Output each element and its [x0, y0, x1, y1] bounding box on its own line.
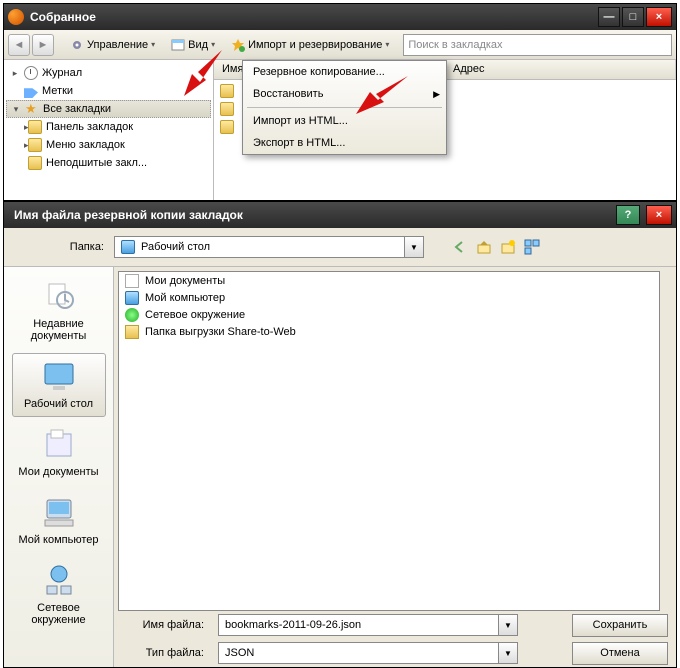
- library-title: Собранное: [30, 10, 596, 24]
- folder-icon: [125, 325, 139, 339]
- back-button[interactable]: ◄: [8, 34, 30, 56]
- filetype-dropdown-button[interactable]: ▼: [498, 642, 518, 664]
- filename-dropdown-button[interactable]: ▼: [498, 614, 518, 636]
- list-item[interactable]: Папка выгрузки Share-to-Web: [119, 323, 659, 340]
- folder-icon: [220, 102, 234, 116]
- import-backup-menu: Резервное копирование... Восстановить▶ И…: [242, 60, 447, 155]
- search-placeholder: Поиск в закладках: [408, 39, 502, 51]
- tag-icon: [24, 84, 38, 98]
- minimize-button[interactable]: —: [598, 7, 620, 27]
- folder-row: Папка: Рабочий стол ▼: [4, 228, 676, 266]
- import-label: Импорт и резервирование: [248, 39, 382, 51]
- tree-toolbar-folder[interactable]: ▸ Панель закладок: [6, 118, 211, 136]
- library-titlebar[interactable]: Собранное — □ ×: [4, 4, 676, 30]
- folder-docs-icon: [125, 274, 139, 288]
- view-menu-icon[interactable]: [524, 239, 540, 255]
- close-button[interactable]: ×: [646, 7, 672, 27]
- menu-export-html[interactable]: Экспорт в HTML...: [243, 132, 446, 154]
- forward-button[interactable]: ►: [32, 34, 54, 56]
- filetype-select[interactable]: JSON ▼: [218, 642, 518, 664]
- list-item[interactable]: Мой компьютер: [119, 289, 659, 306]
- folder-icon: [28, 120, 42, 134]
- tree-unsorted[interactable]: Неподшитые закл...: [6, 154, 211, 172]
- place-recent[interactable]: Недавние документы: [12, 273, 106, 349]
- import-backup-menu-button[interactable]: Импорт и резервирование ▾: [223, 33, 397, 57]
- toolbar-mini-icons: [452, 239, 540, 255]
- place-desktop[interactable]: Рабочий стол: [12, 353, 106, 417]
- computer-large-icon: [39, 496, 79, 530]
- folder-value: Рабочий стол: [141, 241, 210, 253]
- annotation-arrow-2: [346, 70, 416, 126]
- filename-label: Имя файла:: [118, 619, 208, 631]
- tree-menu-folder[interactable]: ▸ Меню закладок: [6, 136, 211, 154]
- save-button[interactable]: Сохранить: [572, 614, 668, 637]
- desktop-large-icon: [39, 360, 79, 394]
- library-toolbar: ◄ ► Управление ▾ Вид ▾ Импорт и резервир…: [4, 30, 676, 60]
- file-list[interactable]: Мои документы Мой компьютер Сетевое окру…: [118, 271, 660, 611]
- list-item[interactable]: Сетевое окружение: [119, 306, 659, 323]
- network-icon: [125, 308, 139, 322]
- filename-row: Имя файла: bookmarks-2011-09-26.json ▼ С…: [118, 611, 668, 639]
- up-icon[interactable]: [476, 239, 492, 255]
- close-button[interactable]: ×: [646, 205, 672, 225]
- folder-icon: [28, 156, 42, 170]
- filename-input[interactable]: bookmarks-2011-09-26.json ▼: [218, 614, 518, 636]
- folder-dropdown-button[interactable]: ▼: [404, 236, 424, 258]
- save-dialog-titlebar[interactable]: Имя файла резервной копии закладок ? ×: [4, 202, 676, 228]
- search-input[interactable]: Поиск в закладках: [403, 34, 672, 56]
- gear-icon: [70, 38, 84, 52]
- places-bar: Недавние документы Рабочий стол Мои доку…: [4, 267, 114, 667]
- col-address[interactable]: Адрес: [445, 60, 676, 79]
- save-dialog-title: Имя файла резервной копии закладок: [8, 208, 616, 222]
- network-large-icon: [39, 564, 79, 598]
- star-import-icon: [231, 38, 245, 52]
- folder-icon: [28, 138, 42, 152]
- manage-menu-button[interactable]: Управление ▾: [62, 33, 163, 57]
- submenu-arrow-icon: ▶: [433, 89, 440, 100]
- cancel-button[interactable]: Отмена: [572, 642, 668, 665]
- save-dialog-window: Имя файла резервной копии закладок ? × П…: [3, 201, 677, 668]
- mydocs-large-icon: [39, 428, 79, 462]
- folder-combo[interactable]: Рабочий стол ▼: [114, 236, 424, 258]
- help-button[interactable]: ?: [616, 205, 640, 225]
- recent-docs-icon: [39, 280, 79, 314]
- folder-label: Папка:: [14, 241, 104, 253]
- clock-icon: [24, 66, 38, 80]
- list-item[interactable]: Мои документы: [119, 272, 659, 289]
- computer-icon: [125, 291, 139, 305]
- place-network[interactable]: Сетевое окружение: [12, 557, 106, 633]
- firefox-icon: [8, 9, 24, 25]
- star-icon: ★: [25, 102, 39, 116]
- filetype-label: Тип файла:: [118, 647, 208, 659]
- annotation-arrow-1: [172, 44, 232, 104]
- new-folder-icon[interactable]: [500, 239, 516, 255]
- back-icon[interactable]: [452, 239, 468, 255]
- place-mycomp[interactable]: Мой компьютер: [12, 489, 106, 553]
- maximize-button[interactable]: □: [622, 7, 644, 27]
- filetype-row: Тип файла: JSON ▼ Отмена: [118, 639, 668, 667]
- save-dialog-body: Недавние документы Рабочий стол Мои доку…: [4, 266, 676, 667]
- manage-label: Управление: [87, 39, 148, 51]
- place-mydocs[interactable]: Мои документы: [12, 421, 106, 485]
- folder-icon: [220, 120, 234, 134]
- desktop-icon: [121, 240, 135, 254]
